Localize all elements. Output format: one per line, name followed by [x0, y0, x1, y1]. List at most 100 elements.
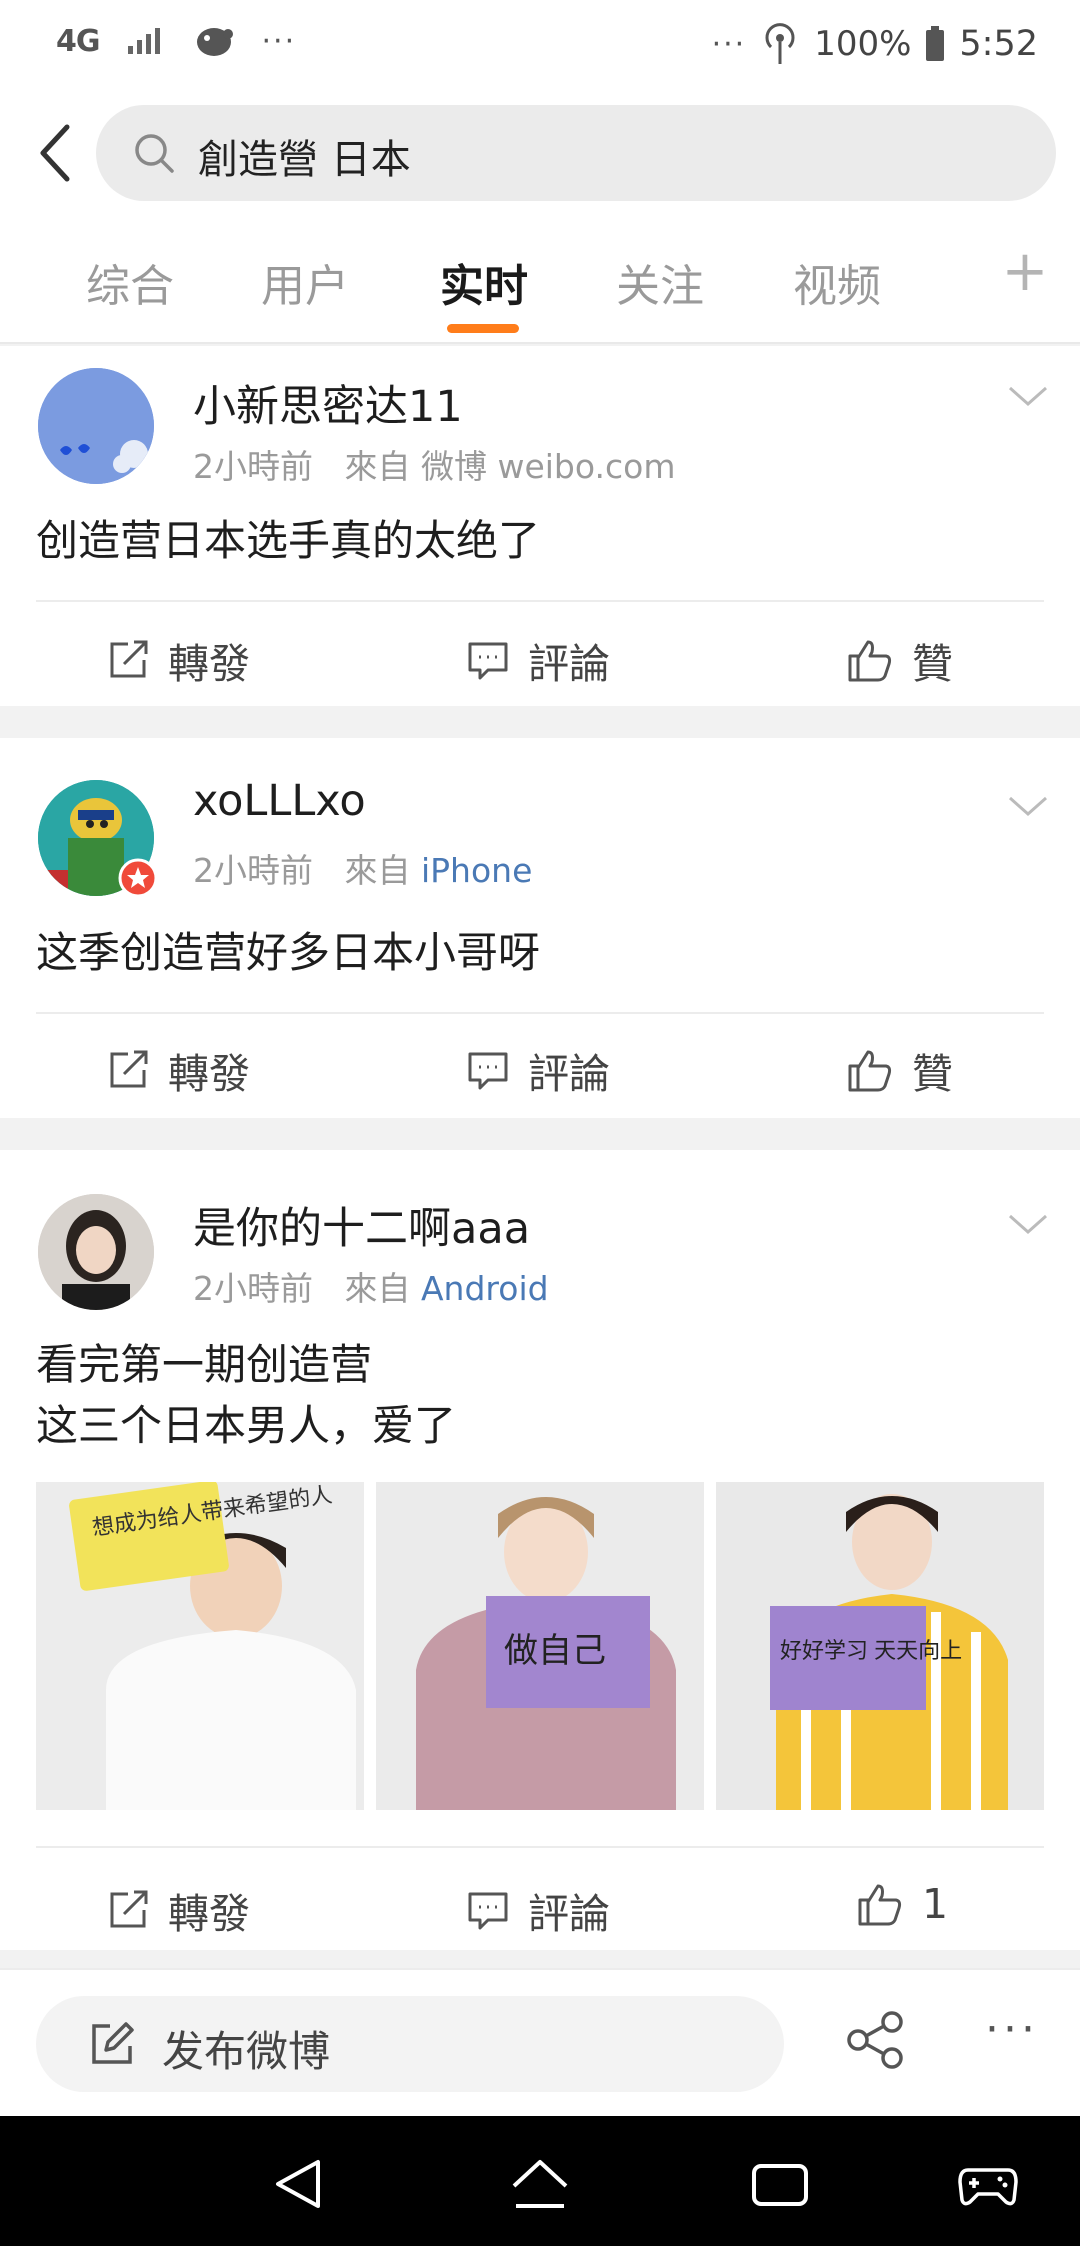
repost-button[interactable]: 轉發: [106, 1040, 250, 1100]
notification-app-icon: [196, 28, 233, 56]
add-tab-button[interactable]: +: [1000, 242, 1050, 302]
post-text: 这季创造营好多日本小哥呀: [36, 922, 540, 983]
nav-home-icon[interactable]: [508, 2152, 572, 2216]
post-meta: 2小時前 來自 Android: [193, 1262, 549, 1310]
post-source-link[interactable]: iPhone: [421, 851, 532, 890]
repost-button[interactable]: 轉發: [106, 1880, 250, 1940]
app-root: 4G ··· ··· 100% 5:52 創造營 日本 综合 用户 实时 关注 …: [0, 0, 1080, 2246]
verified-badge-icon: [118, 858, 158, 898]
post-text-line: 这季创造营好多日本小哥呀: [36, 928, 541, 977]
back-arrow-icon: [40, 124, 70, 182]
comment-label: 評論: [528, 1890, 610, 1938]
game-controller-icon[interactable]: [956, 2152, 1020, 2216]
search-icon: [135, 134, 174, 173]
comment-label: 評論: [528, 1050, 610, 1098]
post-photo[interactable]: 好好学习 天天向上: [716, 1482, 1044, 1810]
repost-icon: [110, 1050, 148, 1088]
search-input[interactable]: 創造營 日本: [96, 105, 1056, 201]
like-label: 贊: [912, 640, 953, 688]
more-button[interactable]: ···: [982, 2004, 1042, 2064]
clock: 5:52: [959, 24, 1038, 64]
compose-button[interactable]: 发布微博: [36, 1996, 784, 2092]
divider: [36, 600, 1044, 602]
comment-label: 評論: [528, 640, 610, 688]
post-time: 2小時前: [193, 447, 313, 486]
post-username[interactable]: 小新思密达11: [193, 372, 463, 434]
photo-image: 做自己: [376, 1482, 704, 1810]
network-indicator: 4G: [56, 23, 100, 59]
like-label: 贊: [912, 1050, 953, 1098]
share-icon[interactable]: [846, 2010, 906, 2070]
photo-image: 好好学习 天天向上: [716, 1482, 1044, 1810]
comment-button[interactable]: 評論: [466, 630, 610, 690]
bottom-bar: 发布微博 ···: [0, 1968, 1080, 2116]
status-bar: 4G ··· ··· 100% 5:52: [0, 0, 1080, 90]
post-source: 微博 weibo.com: [420, 447, 676, 486]
post-photo[interactable]: 做自己: [376, 1482, 704, 1810]
tab-users[interactable]: 用户: [261, 250, 349, 314]
repost-label: 轉發: [168, 1890, 250, 1938]
comment-button[interactable]: 評論: [466, 1880, 610, 1940]
comment-icon: [468, 1052, 508, 1090]
post-text-line: 看完第一期创造营: [36, 1340, 373, 1389]
like-button[interactable]: 贊: [846, 1040, 953, 1100]
tab-realtime[interactable]: 实时: [440, 250, 528, 314]
post-source-link[interactable]: Android: [421, 1269, 549, 1308]
post-from: 來自: [344, 851, 411, 890]
divider: [36, 1846, 1044, 1848]
signal-icon: [127, 28, 160, 54]
post-time: 2小時前: [193, 1269, 313, 1308]
comment-button[interactable]: 評論: [466, 1040, 610, 1100]
like-button[interactable]: 贊: [846, 630, 953, 690]
repost-label: 轉發: [168, 1050, 250, 1098]
post-text-line: 创造营日本选手真的太绝了: [36, 516, 541, 565]
thumbs-up-icon: [848, 640, 892, 682]
post-card[interactable]: xoLLLxo 2小時前 來自 iPhone 这季创造营好多日本小哥呀 轉發 評…: [0, 738, 1080, 1118]
nav-back-icon[interactable]: [268, 2152, 332, 2216]
post-from: 來自: [344, 447, 411, 486]
sign-text: 做自己: [504, 1632, 606, 1670]
avatar[interactable]: [38, 1194, 154, 1310]
post-time: 2小時前: [193, 851, 313, 890]
compose-label: 发布微博: [162, 2027, 331, 2076]
chevron-down-icon[interactable]: [1004, 1204, 1052, 1244]
avatar[interactable]: [38, 368, 154, 484]
repost-icon: [110, 640, 148, 678]
photo-image: 想成为给人带来希望的人: [36, 1482, 364, 1810]
chevron-down-icon[interactable]: [1004, 376, 1052, 416]
battery-percent: 100%: [814, 24, 912, 64]
tab-comprehensive[interactable]: 综合: [86, 250, 174, 314]
post-photo[interactable]: 想成为给人带来希望的人: [36, 1482, 364, 1810]
post-text: 创造营日本选手真的太绝了: [36, 510, 540, 571]
chevron-down-icon[interactable]: [1004, 786, 1052, 826]
avatar-image: [38, 368, 154, 484]
status-left: 4G ···: [56, 22, 296, 60]
active-tab-indicator: [447, 324, 519, 333]
avatar-image: [38, 1194, 154, 1310]
thumbs-up-icon: [848, 1050, 892, 1092]
post-card[interactable]: 小新思密达11 2小時前 來自 微博 weibo.com 创造营日本选手真的太绝…: [0, 346, 1080, 706]
post-username[interactable]: xoLLLxo: [193, 776, 366, 826]
repost-button[interactable]: 轉發: [106, 630, 250, 690]
back-button[interactable]: [20, 118, 90, 188]
post-card[interactable]: 是你的十二啊aaa 2小時前 來自 Android 看完第一期创造营 这三个日本…: [0, 1150, 1080, 1950]
search-query: 創造營 日本: [198, 137, 411, 183]
status-right: ··· 100% 5:52: [712, 22, 1038, 66]
status-dots-right: ···: [711, 26, 747, 62]
post-username[interactable]: 是你的十二啊aaa: [193, 1194, 530, 1256]
search-header: 創造營 日本: [0, 90, 1080, 220]
repost-icon: [110, 1890, 148, 1928]
nav-recents-icon[interactable]: [748, 2152, 812, 2216]
thumbs-up-icon: [858, 1884, 902, 1926]
like-count: 1: [922, 1880, 949, 1928]
battery-icon: [926, 26, 945, 61]
tab-following[interactable]: 关注: [616, 250, 704, 314]
edit-icon: [92, 2022, 134, 2064]
like-button[interactable]: 1: [856, 1880, 948, 1928]
post-from: 來自: [344, 1269, 411, 1308]
sign-text: 好好学习 天天向上: [780, 1638, 962, 1663]
tab-video[interactable]: 视频: [793, 250, 881, 314]
tab-bar: 综合 用户 实时 关注 视频 +: [0, 220, 1080, 344]
post-meta: 2小時前 來自 微博 weibo.com: [193, 440, 675, 488]
post-meta: 2小時前 來自 iPhone: [193, 844, 532, 892]
